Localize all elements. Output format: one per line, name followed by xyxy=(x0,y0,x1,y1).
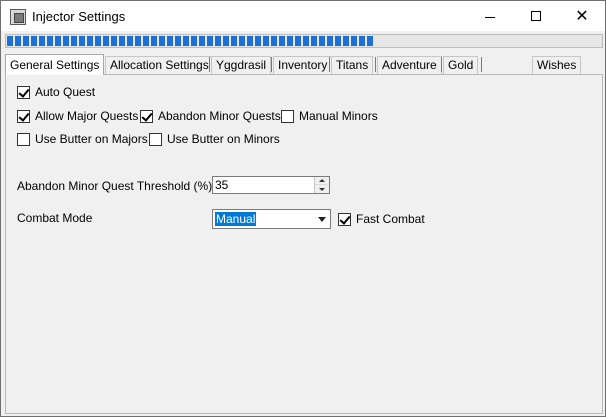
app-window-icon xyxy=(10,9,26,25)
general-settings-panel: Auto Quest Allow Major Quests Abandon Mi… xyxy=(5,74,603,414)
use-butter-minors-label: Use Butter on Minors xyxy=(167,132,280,146)
tab-yggdrasil[interactable]: Yggdrasil xyxy=(211,56,272,74)
spin-buttons xyxy=(314,177,329,193)
auto-quest-checkbox[interactable]: Auto Quest xyxy=(17,84,95,100)
title-bar: Injector Settings ✕ xyxy=(1,1,605,31)
progress-bar xyxy=(5,34,603,48)
window-title: Injector Settings xyxy=(32,9,126,24)
arrow-up-icon xyxy=(319,179,325,182)
abandon-minor-quests-label: Abandon Minor Quests xyxy=(158,109,281,123)
threshold-spinbox[interactable]: 35 xyxy=(212,176,330,194)
use-butter-minors-checkbox[interactable]: Use Butter on Minors xyxy=(149,131,280,147)
combo-dropdown-button[interactable] xyxy=(314,211,329,227)
tab-titans[interactable]: Titans xyxy=(331,56,374,74)
auto-quest-label: Auto Quest xyxy=(35,85,96,99)
tab-separator xyxy=(271,57,272,72)
threshold-value[interactable]: 35 xyxy=(215,178,228,192)
maximize-icon xyxy=(531,11,541,21)
use-butter-majors-label: Use Butter on Majors xyxy=(35,132,148,146)
tab-separator xyxy=(375,57,376,72)
checkbox-box[interactable] xyxy=(281,109,294,123)
spin-down-button[interactable] xyxy=(315,185,329,193)
threshold-label: Abandon Minor Quest Threshold (%) xyxy=(17,179,213,193)
manual-minors-checkbox[interactable]: Manual Minors xyxy=(281,108,378,124)
spin-up-button[interactable] xyxy=(315,177,329,185)
tab-separator xyxy=(441,57,442,72)
arrow-down-icon xyxy=(319,187,325,191)
tab-general-settings[interactable]: General Settings xyxy=(5,54,105,75)
fast-combat-checkbox[interactable]: Fast Combat xyxy=(338,211,425,227)
use-butter-majors-checkbox[interactable]: Use Butter on Majors xyxy=(17,131,148,147)
allow-major-quests-checkbox[interactable]: Allow Major Quests xyxy=(17,108,138,124)
checkbox-box[interactable] xyxy=(338,212,351,226)
chevron-down-icon xyxy=(317,216,326,222)
maximize-button[interactable] xyxy=(513,1,559,31)
allow-major-quests-label: Allow Major Quests xyxy=(35,109,139,123)
tab-separator xyxy=(209,57,210,72)
tab-separator xyxy=(481,57,482,72)
tab-inventory[interactable]: Inventory xyxy=(273,56,333,74)
checkbox-box[interactable] xyxy=(17,132,30,146)
close-icon: ✕ xyxy=(575,6,589,25)
tab-wishes[interactable]: Wishes xyxy=(532,56,582,74)
tab-separator xyxy=(329,57,330,72)
tab-strip: General Settings Allocation Settings Ygg… xyxy=(5,54,603,75)
manual-minors-label: Manual Minors xyxy=(299,109,378,123)
tab-adventure[interactable]: Adventure xyxy=(377,56,442,74)
combat-mode-label: Combat Mode xyxy=(17,211,93,225)
minimize-button[interactable] xyxy=(467,1,513,31)
tab-allocation-settings[interactable]: Allocation Settings xyxy=(105,56,214,74)
injector-settings-window: Injector Settings ✕ General Settings All… xyxy=(0,0,606,417)
tab-gold[interactable]: Gold xyxy=(443,56,479,74)
close-button[interactable]: ✕ xyxy=(559,1,605,31)
minimize-icon xyxy=(485,16,495,18)
combat-mode-select[interactable]: Manual xyxy=(212,209,331,229)
progress-fill xyxy=(7,36,375,46)
combat-mode-value[interactable]: Manual xyxy=(215,212,257,226)
fast-combat-label: Fast Combat xyxy=(356,212,425,226)
checkbox-box[interactable] xyxy=(149,132,162,146)
checkbox-box[interactable] xyxy=(17,109,30,123)
checkbox-box[interactable] xyxy=(17,85,30,99)
checkbox-box[interactable] xyxy=(140,109,153,123)
abandon-minor-quests-checkbox[interactable]: Abandon Minor Quests xyxy=(140,108,281,124)
